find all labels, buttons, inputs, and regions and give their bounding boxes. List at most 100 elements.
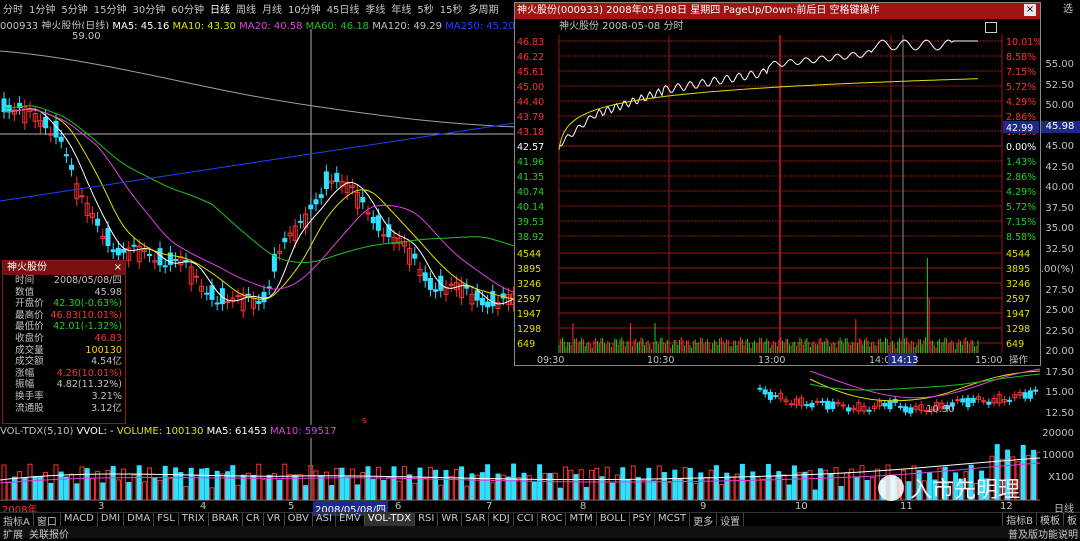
indicator-tab-21[interactable]: BOLL	[597, 513, 630, 527]
candle-body	[788, 403, 794, 406]
period-tab-0[interactable]: 分时	[0, 1, 26, 16]
indicator-tab-3[interactable]: DMI	[98, 513, 125, 527]
info-row: 最高价 46.83(10.01%)	[3, 310, 125, 322]
indicator-tab-2[interactable]: MACD	[61, 513, 98, 527]
indicator-tab-17[interactable]: KDJ	[489, 513, 514, 527]
volume-bar	[734, 473, 740, 500]
intraday-chart[interactable]: 46.83 10.01% 46.22 8.58% 45.61 7.15% 45.00 5.72…	[515, 35, 1040, 365]
price-axis-label: 45.00	[1045, 141, 1074, 152]
indicator-tab-13[interactable]: VOL-TDX	[364, 513, 416, 527]
indicator-tab-5[interactable]: FSL	[154, 513, 179, 527]
period-tab-8[interactable]: 月线	[259, 1, 285, 16]
status-item-1[interactable]: 关联报价	[26, 526, 72, 541]
price-label: 42.57	[517, 142, 544, 153]
ma60-value: MA60: 46.18	[305, 21, 370, 29]
period-tab-3[interactable]: 15分钟	[91, 1, 130, 16]
volume-bar	[604, 466, 610, 500]
price-label: 44.40	[517, 97, 544, 108]
indicator-tab-23[interactable]: MCST	[655, 513, 691, 527]
period-tab-10[interactable]: 45日线	[324, 1, 363, 16]
volume-bar	[563, 466, 569, 500]
period-tab-13[interactable]: 5秒	[414, 1, 436, 16]
indicator-tab-11[interactable]: ASI	[313, 513, 336, 527]
indicator-tab-7[interactable]: BRAR	[209, 513, 243, 527]
indicator-tab-16[interactable]: SAR	[462, 513, 490, 527]
select-button[interactable]: 选	[1056, 0, 1080, 16]
vol-label: 649	[517, 339, 535, 350]
volume-bar	[443, 469, 449, 500]
candle-body	[381, 234, 387, 237]
volume-bar	[63, 476, 69, 500]
indicator-tab-6[interactable]: TRIX	[179, 513, 209, 527]
indicator-tab-8[interactable]: CR	[243, 513, 264, 527]
volume-bar	[807, 470, 813, 500]
indicator-tab-10[interactable]: OBV	[285, 513, 313, 527]
volume-bar	[141, 481, 147, 500]
period-tab-14[interactable]: 15秒	[437, 1, 466, 16]
period-tab-5[interactable]: 60分钟	[168, 1, 207, 16]
indicator-tab-18[interactable]: CCI	[514, 513, 538, 527]
period-tab-4[interactable]: 30分钟	[129, 1, 168, 16]
indicator-tab-4[interactable]: DMA	[124, 513, 155, 527]
period-tab-1[interactable]: 1分钟	[26, 1, 58, 16]
indicator-tab-20[interactable]: MTM	[566, 513, 597, 527]
candle-body	[1027, 390, 1033, 399]
volume-bar	[547, 472, 553, 500]
period-tab-12[interactable]: 年线	[388, 1, 414, 16]
candle-body	[767, 391, 773, 400]
volume-bar	[412, 482, 418, 500]
candle-body	[386, 224, 392, 238]
indicator-tab-24[interactable]: 更多	[690, 513, 718, 527]
indicator-tab-0[interactable]: 指标A	[0, 513, 34, 527]
close-icon[interactable]: ×	[1024, 4, 1036, 16]
volume-bar	[698, 472, 704, 500]
candle-body	[986, 401, 992, 405]
pct-label: 4.29%	[1006, 187, 1036, 198]
bottom-right-tab-0[interactable]: 指标B	[1002, 512, 1036, 527]
intraday-popup[interactable]: 神火股份(000933) 2008年05月08日 星期四 PageUp/Down…	[514, 2, 1041, 366]
volume-bar	[303, 485, 309, 500]
indicator-tab-9[interactable]: VR	[264, 513, 285, 527]
indicator-tab-19[interactable]: ROC	[538, 513, 567, 527]
popup-title: 神火股份(000933) 2008年05月08日 星期四 PageUp/Down…	[517, 5, 880, 16]
op-label[interactable]: 操作	[1009, 354, 1029, 365]
status-right-text[interactable]: 普及版功能说明	[1008, 526, 1078, 541]
indicator-tab-15[interactable]: WR	[438, 513, 463, 527]
indicator-tab-12[interactable]: EMV	[336, 513, 365, 527]
period-tab-15[interactable]: 多周期	[466, 1, 502, 16]
info-row-key: 成交量	[15, 344, 44, 356]
period-tab-7[interactable]: 周线	[233, 1, 259, 16]
indicator-tab-1[interactable]: 窗口	[34, 513, 61, 527]
info-row-key: 最低价	[15, 321, 44, 333]
period-tab-6[interactable]: 日线	[207, 1, 233, 16]
candle-body	[960, 398, 966, 403]
volume-bar	[859, 465, 865, 500]
volume-bar	[552, 472, 558, 500]
volume-bar	[802, 471, 808, 500]
vol-ma5-value: MA5: 61453	[206, 426, 267, 437]
volume-bar	[126, 482, 132, 500]
period-tab-9[interactable]: 10分钟	[285, 1, 324, 16]
info-row-value: 100130	[85, 344, 122, 356]
volume-bar	[152, 477, 158, 500]
volume-axis-label: X100	[1048, 472, 1074, 483]
period-tab-2[interactable]: 5分钟	[58, 1, 90, 16]
volume-bar	[589, 469, 595, 500]
indicator-tab-14[interactable]: RSI	[415, 513, 439, 527]
quote-info-box[interactable]: 神火股份 × 时间 2008/05/08/四 数值 45.98 开盘价 42.30(-0.…	[2, 260, 126, 424]
volume-bar	[365, 466, 371, 500]
info-row: 时间 2008/05/08/四	[3, 275, 125, 287]
period-tab-11[interactable]: 季线	[362, 1, 388, 16]
maximize-icon[interactable]	[985, 22, 997, 33]
indicator-tab-22[interactable]: PSY	[630, 513, 656, 527]
popup-titlebar[interactable]: 神火股份(000933) 2008年05月08日 星期四 PageUp/Down…	[515, 3, 1040, 19]
indicator-tab-25[interactable]: 设置	[717, 513, 745, 527]
info-row: 成交额 4.54亿	[3, 356, 125, 368]
volume-bar	[193, 475, 199, 500]
volume-bar	[474, 474, 480, 500]
status-item-0[interactable]: 扩展	[0, 526, 26, 541]
vol-indicator-name: VOL-TDX(5,10)	[0, 426, 74, 437]
vol-label: 1298	[517, 324, 541, 335]
vol-label: 3895	[1006, 264, 1030, 275]
close-icon[interactable]: ×	[114, 261, 122, 275]
